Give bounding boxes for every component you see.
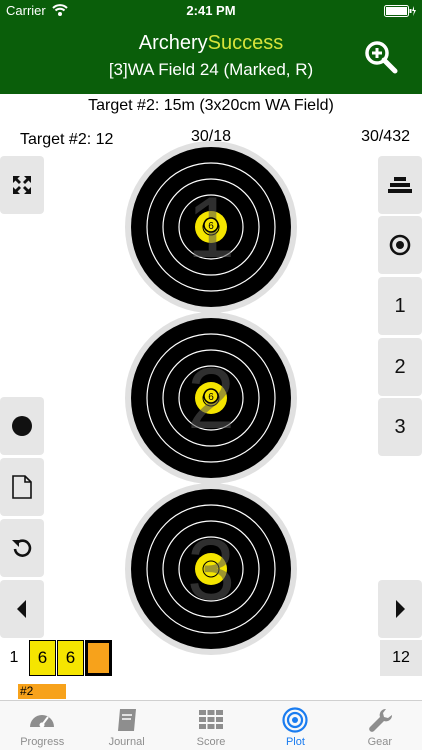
target-icon bbox=[282, 707, 309, 733]
end-number: 1 bbox=[9, 649, 19, 666]
align-button[interactable] bbox=[378, 156, 422, 214]
tab-label: Progress bbox=[20, 736, 65, 748]
undo-icon bbox=[12, 539, 32, 557]
battery-icon bbox=[384, 5, 416, 17]
arrow-score-cell[interactable]: 6 bbox=[29, 640, 56, 676]
status-time: 2:41 PM bbox=[186, 3, 236, 18]
zoom-in-icon[interactable] bbox=[364, 40, 398, 74]
center-target-button[interactable] bbox=[378, 216, 422, 274]
tab-plot[interactable]: Plot bbox=[253, 701, 337, 750]
filled-circle-icon bbox=[12, 416, 32, 436]
wrench-icon bbox=[368, 708, 392, 732]
tab-bar: Progress Journal Score Plot Gear bbox=[0, 700, 422, 750]
expand-button[interactable] bbox=[0, 156, 44, 214]
target-heading: Target #2: 15m (3x20cm WA Field) bbox=[88, 97, 334, 114]
undo-button[interactable] bbox=[0, 519, 44, 577]
stack-icon bbox=[388, 177, 412, 193]
app-title-part1: Archery bbox=[138, 32, 208, 54]
notes-button[interactable] bbox=[0, 458, 44, 516]
document-icon bbox=[12, 475, 32, 499]
tab-label: Plot bbox=[285, 736, 305, 748]
next-button[interactable] bbox=[378, 580, 422, 638]
tab-progress[interactable]: Progress bbox=[0, 701, 84, 750]
face-3-button[interactable]: 3 bbox=[378, 398, 422, 456]
tab-label: Score bbox=[196, 736, 226, 748]
tab-label: Gear bbox=[367, 736, 393, 748]
arrow-marker-button[interactable] bbox=[0, 397, 44, 455]
end-score-row: 1 6 6 12 bbox=[0, 638, 422, 678]
arrow-score-cell[interactable]: 6 bbox=[57, 640, 84, 676]
face-1-button[interactable]: 1 bbox=[378, 277, 422, 335]
status-bar: Carrier 2:41 PM bbox=[0, 0, 422, 22]
total-score-label: 30/432 bbox=[361, 128, 410, 145]
target-face-3[interactable]: 3 bbox=[124, 482, 298, 656]
target-circle-icon bbox=[389, 234, 411, 256]
chevron-right-icon bbox=[396, 600, 405, 618]
journal-icon bbox=[117, 709, 136, 731]
face-number: 3 bbox=[187, 522, 235, 618]
previous-button[interactable] bbox=[0, 580, 44, 638]
tab-journal[interactable]: Journal bbox=[84, 701, 168, 750]
expand-icon bbox=[13, 176, 31, 194]
current-arrow-cell[interactable] bbox=[85, 640, 112, 676]
chevron-left-icon bbox=[17, 600, 26, 618]
target-face-2[interactable]: 2 6 bbox=[124, 311, 298, 485]
speedometer-icon bbox=[30, 715, 55, 728]
tab-gear[interactable]: Gear bbox=[338, 701, 422, 750]
round-name[interactable]: [3]WA Field 24 (Marked, R) bbox=[0, 60, 422, 80]
tab-score[interactable]: Score bbox=[169, 701, 253, 750]
app-title-part2: Success bbox=[207, 32, 284, 54]
arrow-mark: 6 bbox=[208, 221, 214, 232]
app-header: ArcherySuccess [3]WA Field 24 (Marked, R… bbox=[0, 22, 422, 94]
end-tag: #2 bbox=[18, 684, 66, 699]
face-2-button[interactable]: 2 bbox=[378, 338, 422, 396]
target-face-1[interactable]: 1 6 bbox=[124, 140, 298, 314]
tab-label: Journal bbox=[108, 736, 145, 748]
arrow-mark: 6 bbox=[208, 392, 214, 403]
app-title: ArcherySuccess bbox=[0, 32, 422, 55]
grid-icon bbox=[199, 710, 224, 729]
end-total: 12 bbox=[380, 640, 422, 676]
